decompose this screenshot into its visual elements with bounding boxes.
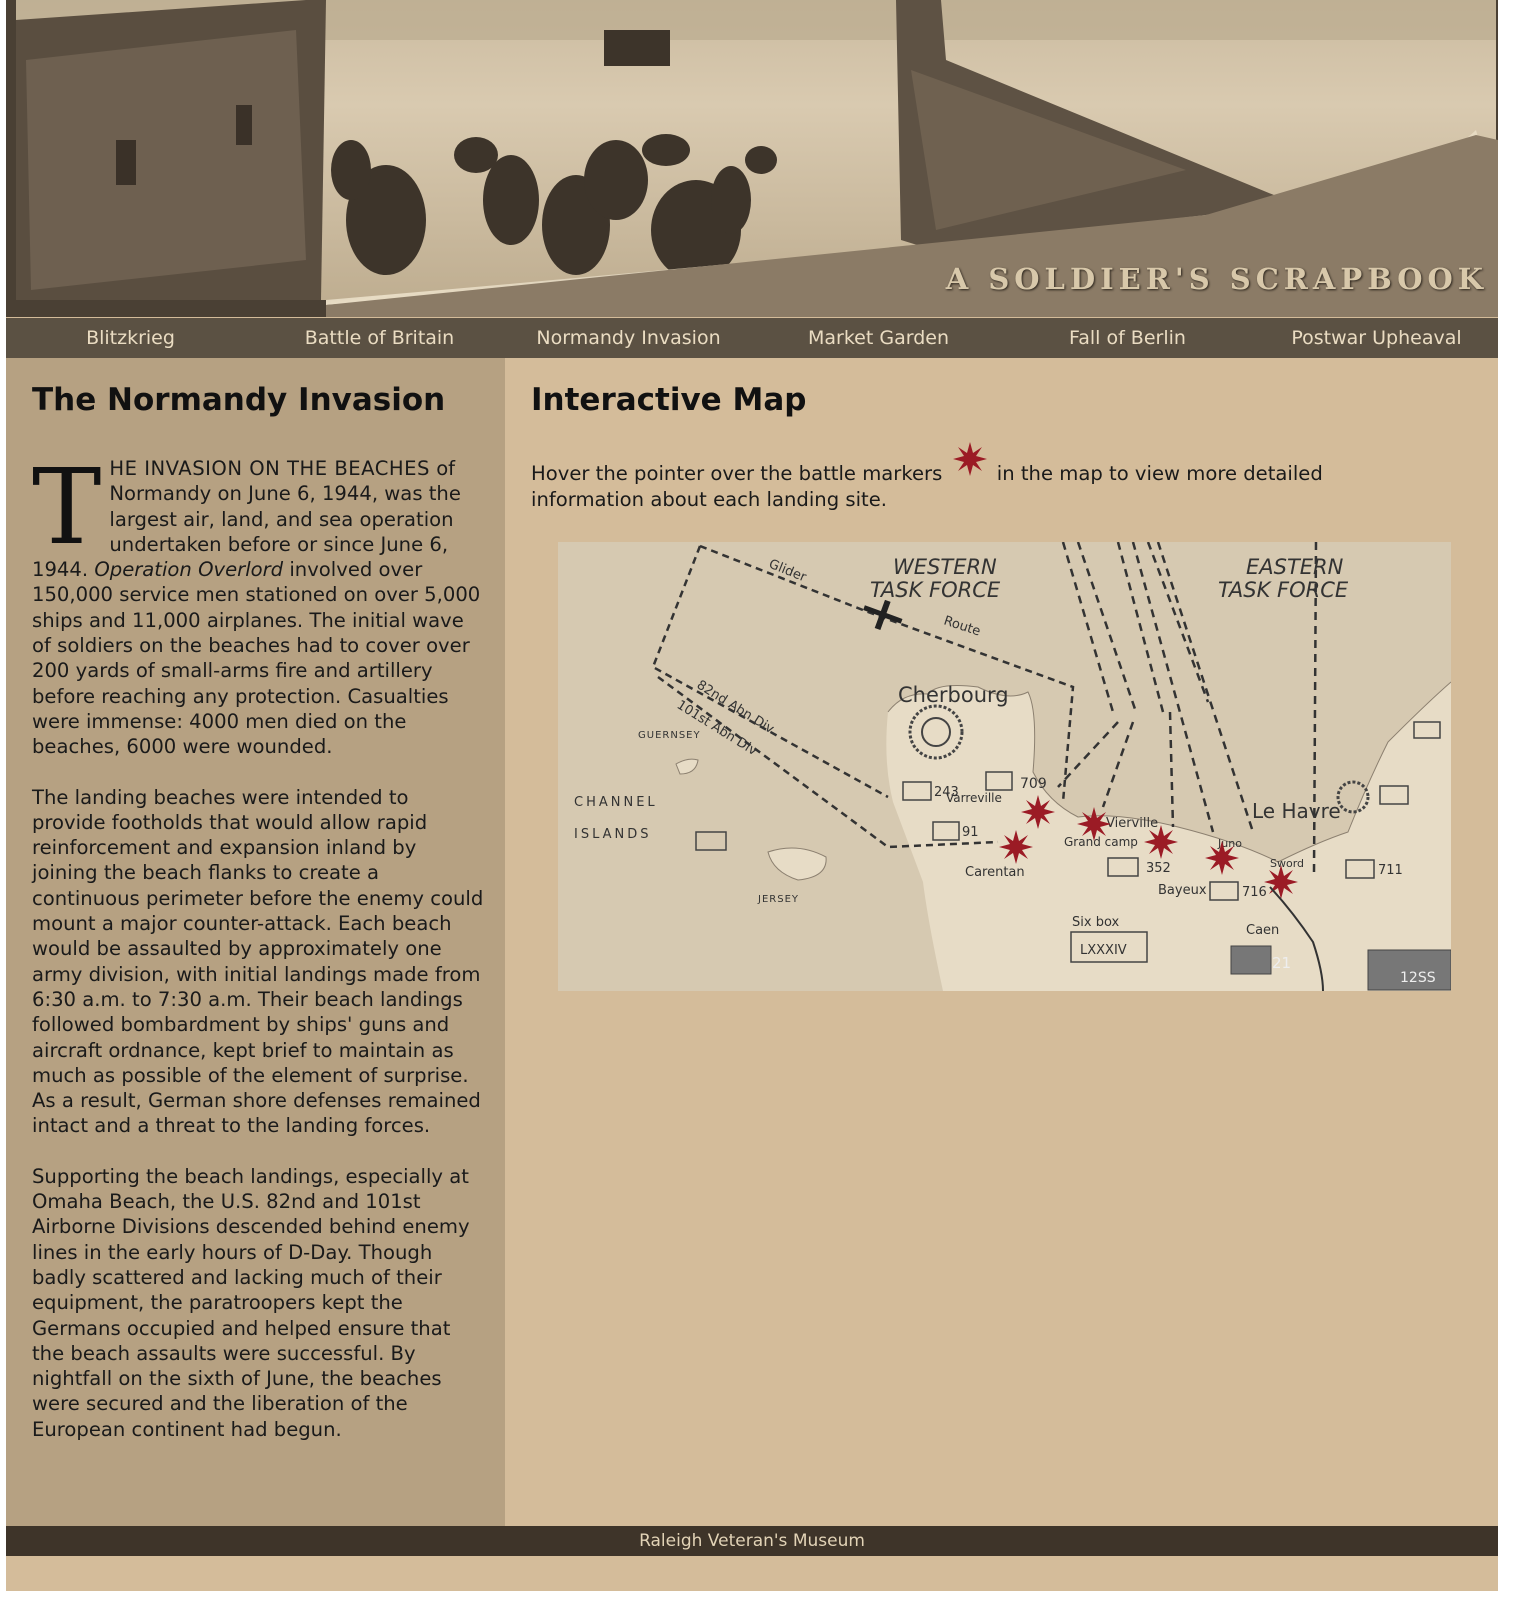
map-unit-12ss: 12SS <box>1400 970 1436 986</box>
map-unit-lxxxiv: LXXXIV <box>1080 943 1127 958</box>
battle-marker-utah[interactable] <box>1021 795 1055 829</box>
map-unit-716: 716 <box>1242 885 1267 900</box>
nav-battle-of-britain[interactable]: Battle of Britain <box>255 318 504 358</box>
article-paragraph-1: T HE INVASION ON THE BEACHES of Normandy … <box>32 446 484 760</box>
nav-fall-of-berlin[interactable]: Fall of Berlin <box>1003 318 1252 358</box>
map-label-cherbourg: Cherbourg <box>898 683 1009 707</box>
nav-postwar-upheaval[interactable]: Postwar Upheaval <box>1252 318 1501 358</box>
map-label-islands: ISLANDS <box>574 827 652 842</box>
article-body: T HE INVASION ON THE BEACHES of Normandy … <box>32 446 484 1467</box>
map-label-eastern-tf: TASK FORCE <box>1218 578 1349 602</box>
map-label-bayeux: Bayeux <box>1158 883 1207 898</box>
map-label-western: WESTERN <box>893 555 997 579</box>
map-label-vierville: Vierville <box>1106 816 1158 831</box>
article-heading: The Normandy Invasion <box>32 382 446 418</box>
normandy-map: WESTERN TASK FORCE EASTERN TASK FORCE Ch… <box>558 542 1451 991</box>
nav-blitzkrieg[interactable]: Blitzkrieg <box>6 318 255 358</box>
map-unit-711: 711 <box>1378 863 1403 878</box>
battle-marker-sword[interactable] <box>1264 865 1298 899</box>
map-label-caen: Caen <box>1246 923 1279 938</box>
site-title: A SOLDIER'S SCRAPBOOK <box>945 262 1488 296</box>
lead-caps: HE INVASION ON THE BEACHES <box>109 457 430 480</box>
article-paragraph-3: Supporting the beach landings, especiall… <box>32 1164 470 1441</box>
map-label-grandcamp: Grand camp <box>1064 835 1138 849</box>
battle-marker-omaha[interactable] <box>1077 807 1111 841</box>
map-label-carentan: Carentan <box>965 865 1025 880</box>
map-label-guernsey: GUERNSEY <box>638 730 701 741</box>
map-unit-352: 352 <box>1146 861 1171 876</box>
battle-marker-gold[interactable] <box>1144 825 1178 859</box>
battle-marker-juno[interactable] <box>1205 841 1239 875</box>
battle-marker-pointe-du-hoc[interactable] <box>999 830 1033 864</box>
map-unit-21: 21 <box>1272 954 1291 972</box>
main-nav: Blitzkrieg Battle of Britain Normandy In… <box>6 318 1498 358</box>
nav-normandy-invasion[interactable]: Normandy Invasion <box>504 318 753 358</box>
paragraph-1-text-b: involved over 150,000 service men statio… <box>32 558 481 759</box>
map-unit-709: 709 <box>1020 776 1047 792</box>
map-label-western-tf: TASK FORCE <box>870 578 1001 602</box>
map-label-jersey: JERSEY <box>757 894 799 905</box>
header-banner: A SOLDIER'S SCRAPBOOK <box>6 0 1498 317</box>
footer: Raleigh Veteran's Museum <box>6 1526 1498 1556</box>
map-unit-243: 243 <box>934 785 959 800</box>
operation-overlord: Operation Overlord <box>94 558 284 582</box>
map-label-eastern: EASTERN <box>1246 555 1344 579</box>
article-column: The Normandy Invasion T HE INVASION ON TH… <box>6 358 505 1526</box>
map-label-channel: CHANNEL <box>574 795 658 810</box>
map-label-le-havre: Le Havre <box>1252 799 1341 823</box>
map-instructions: Hover the pointer over the battle marker… <box>531 442 1431 513</box>
map-unit-91: 91 <box>962 825 979 840</box>
map-column: Interactive Map Hover the pointer over t… <box>505 358 1498 1526</box>
map-label-six-box: Six box <box>1072 915 1119 930</box>
article-paragraph-2: The landing beaches were intended to pro… <box>32 785 484 1138</box>
map-label-sword: Sword <box>1270 857 1304 870</box>
map-heading: Interactive Map <box>531 382 807 418</box>
drop-cap: T <box>32 446 102 568</box>
page: A SOLDIER'S SCRAPBOOK Blitzkrieg Battle … <box>6 0 1498 1591</box>
battle-marker-icon <box>949 442 991 482</box>
nav-market-garden[interactable]: Market Garden <box>754 318 1003 358</box>
instructions-text-a: Hover the pointer over the battle marker… <box>531 462 943 485</box>
